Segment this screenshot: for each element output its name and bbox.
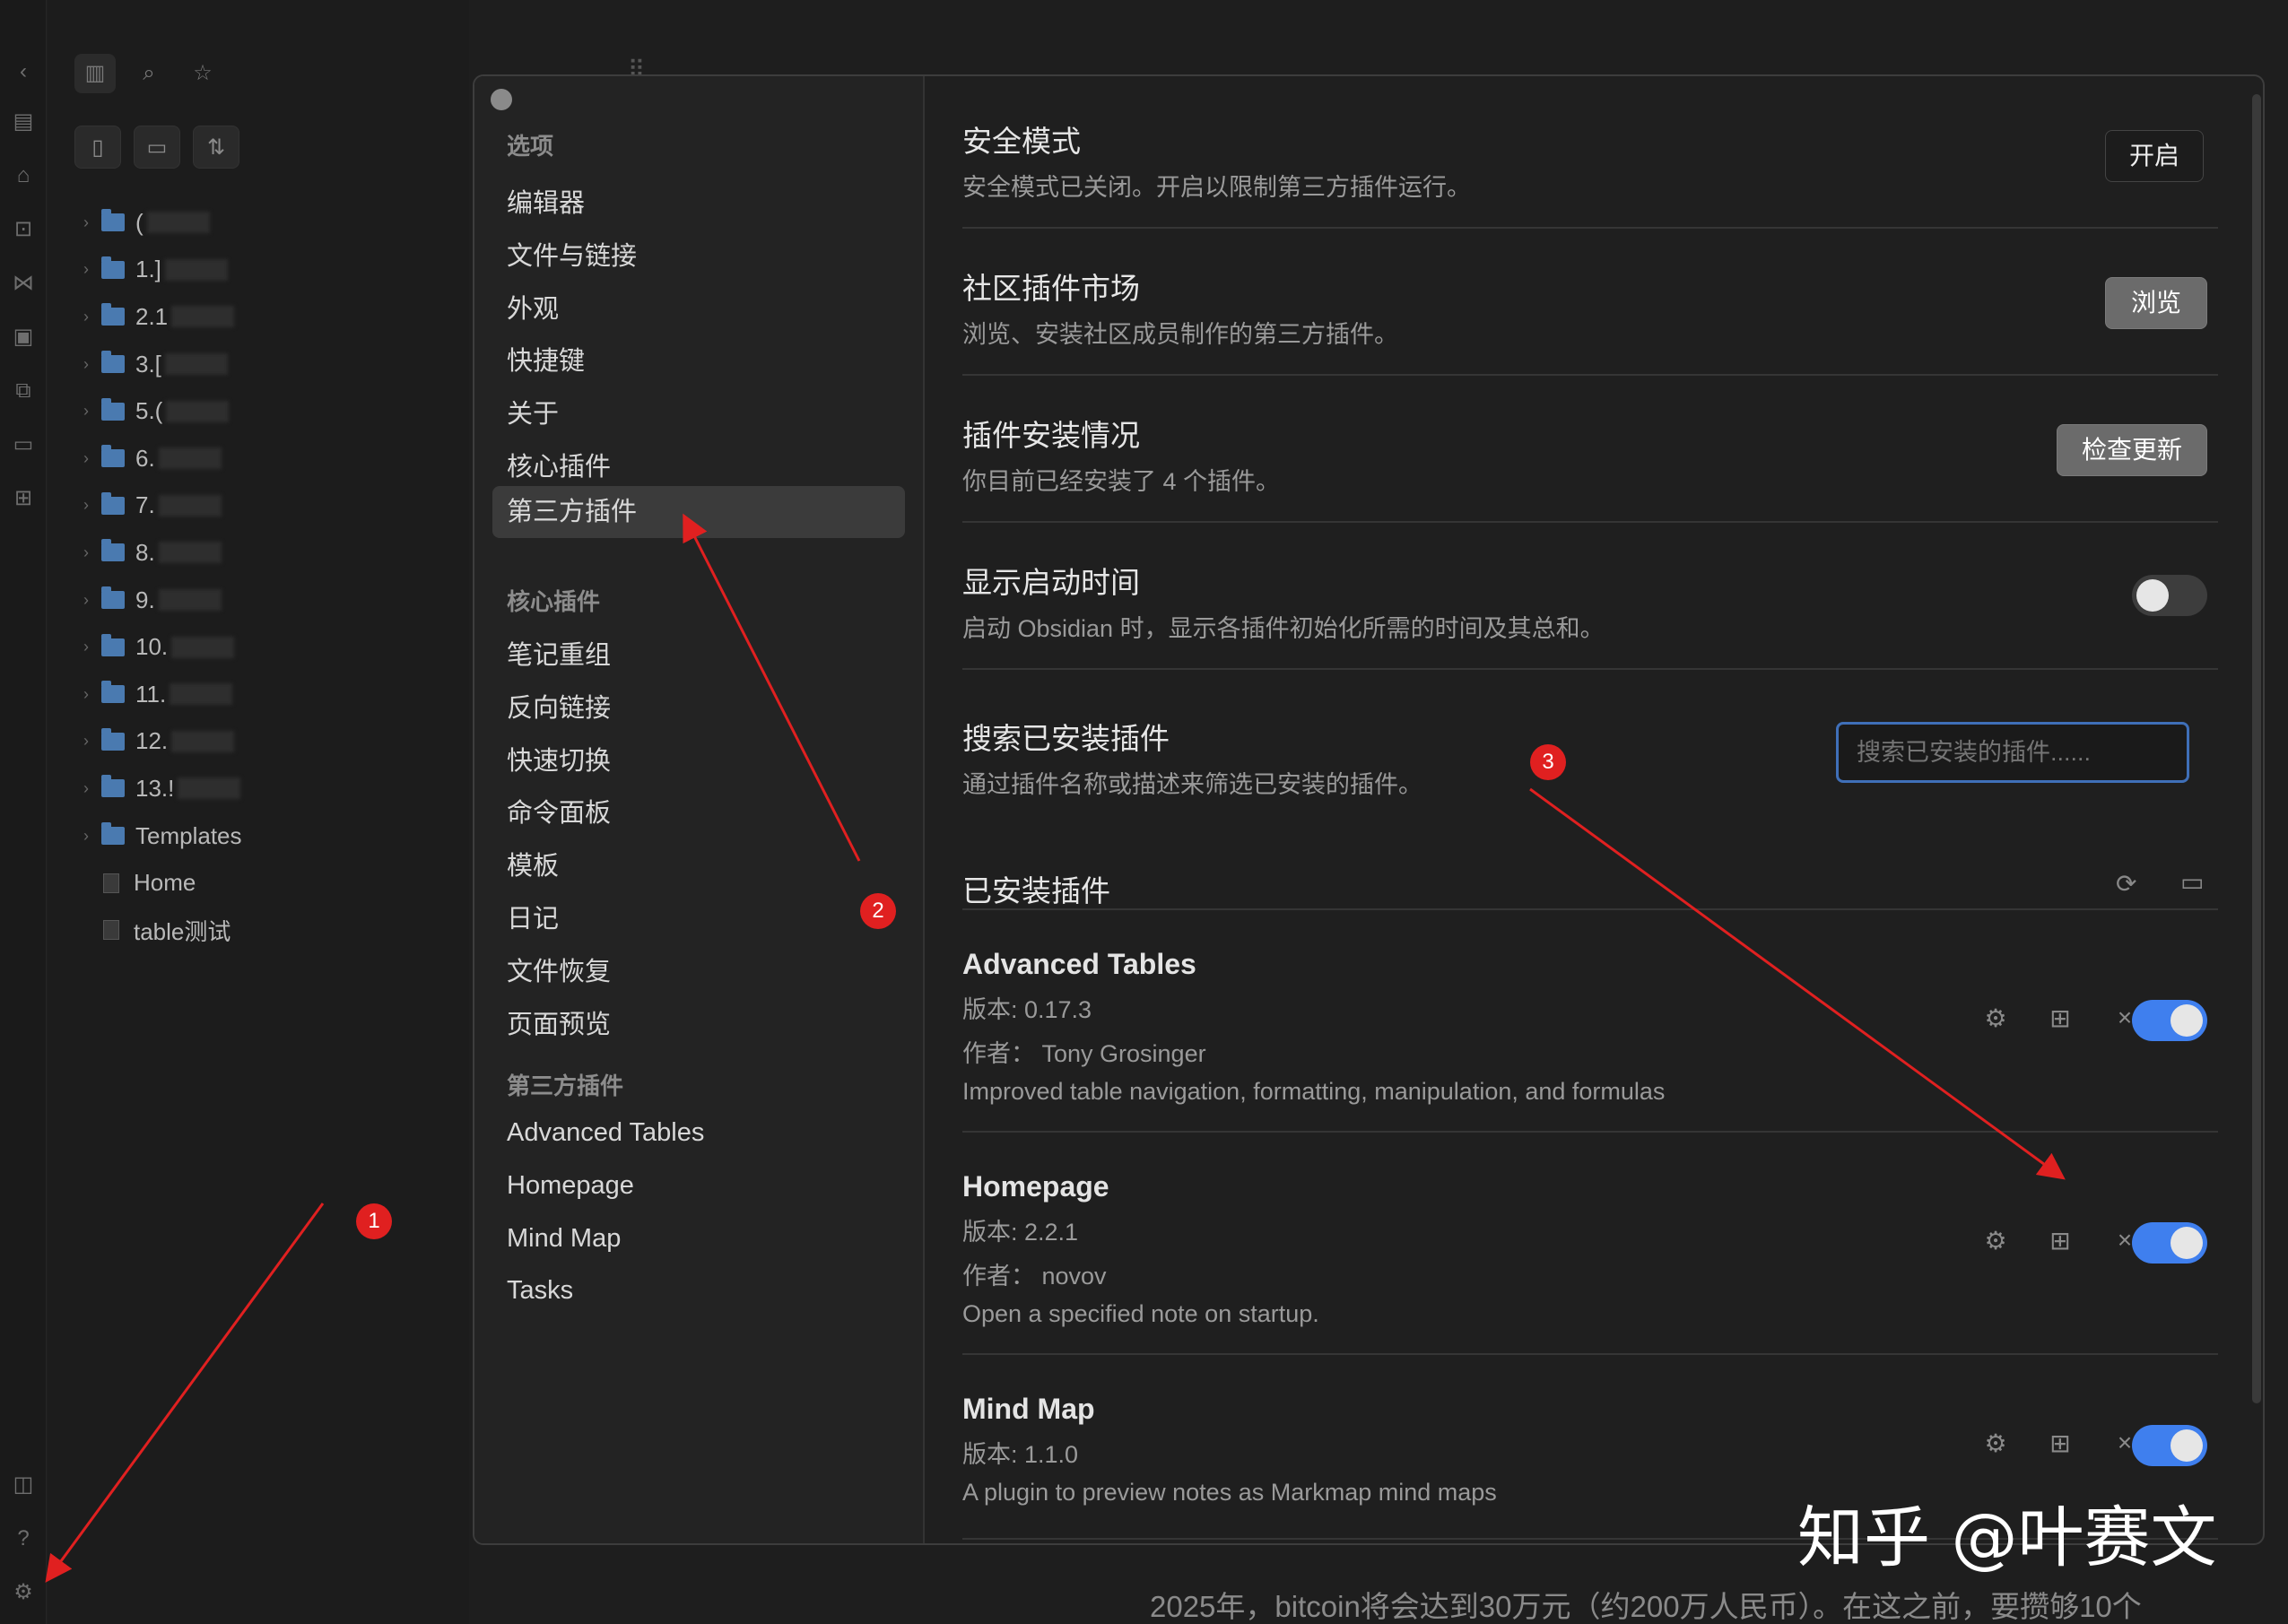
arrow-2 <box>683 513 861 862</box>
watermark: 知乎 @叶赛文 <box>1797 1499 2217 1576</box>
editor-bottom-text: 2025年，bitcoin将会达到30万元（约200万人民币）。在这之前，要攒够… <box>1150 1590 2142 1623</box>
annotation-badge-2: 2 <box>860 893 896 929</box>
arrow-3 <box>1529 787 2066 1180</box>
arrow-1 <box>45 1203 325 1583</box>
annotation-badge-1: 1 <box>356 1203 392 1239</box>
annotation-arrows <box>45 513 2066 1583</box>
annotation-badge-3: 3 <box>1530 744 1566 780</box>
